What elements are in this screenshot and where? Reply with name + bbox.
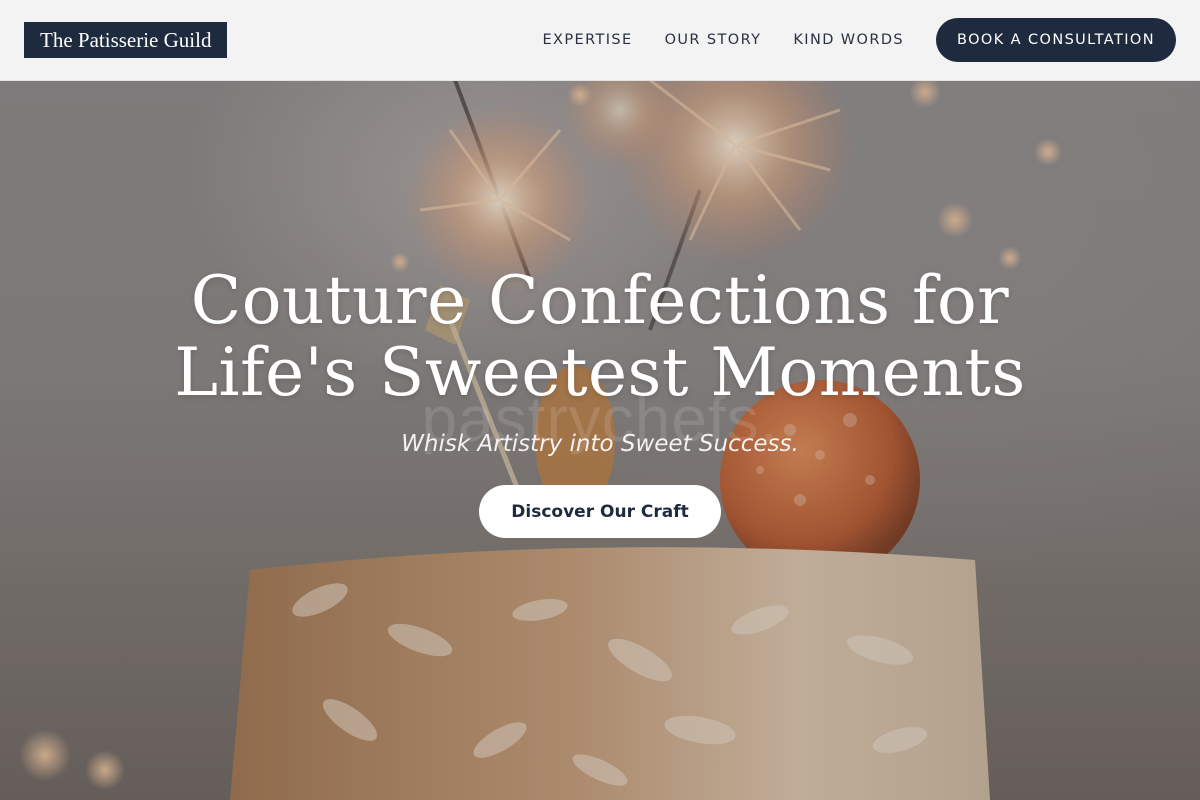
- hero-tagline: Whisk Artistry into Sweet Success.: [401, 431, 799, 457]
- site-header: The Patisserie Guild EXPERTISE OUR STORY…: [0, 0, 1200, 81]
- discover-craft-button[interactable]: Discover Our Craft: [479, 485, 721, 538]
- hero-title-line-2: Life's Sweetest Moments: [174, 334, 1026, 411]
- main-nav: EXPERTISE OUR STORY KIND WORDS BOOK A CO…: [510, 18, 1176, 62]
- nav-link-our-story[interactable]: OUR STORY: [665, 32, 762, 48]
- hero-title: Couture Confections for Life's Sweetest …: [0, 265, 1200, 409]
- hero-title-line-1: Couture Confections for: [190, 262, 1010, 339]
- hero-section: Couture Confections for Life's Sweetest …: [0, 265, 1200, 538]
- site-logo[interactable]: The Patisserie Guild: [24, 22, 228, 58]
- nav-link-expertise[interactable]: EXPERTISE: [542, 32, 632, 48]
- nav-link-kind-words[interactable]: KIND WORDS: [793, 32, 904, 48]
- book-consultation-button[interactable]: BOOK A CONSULTATION: [936, 18, 1176, 62]
